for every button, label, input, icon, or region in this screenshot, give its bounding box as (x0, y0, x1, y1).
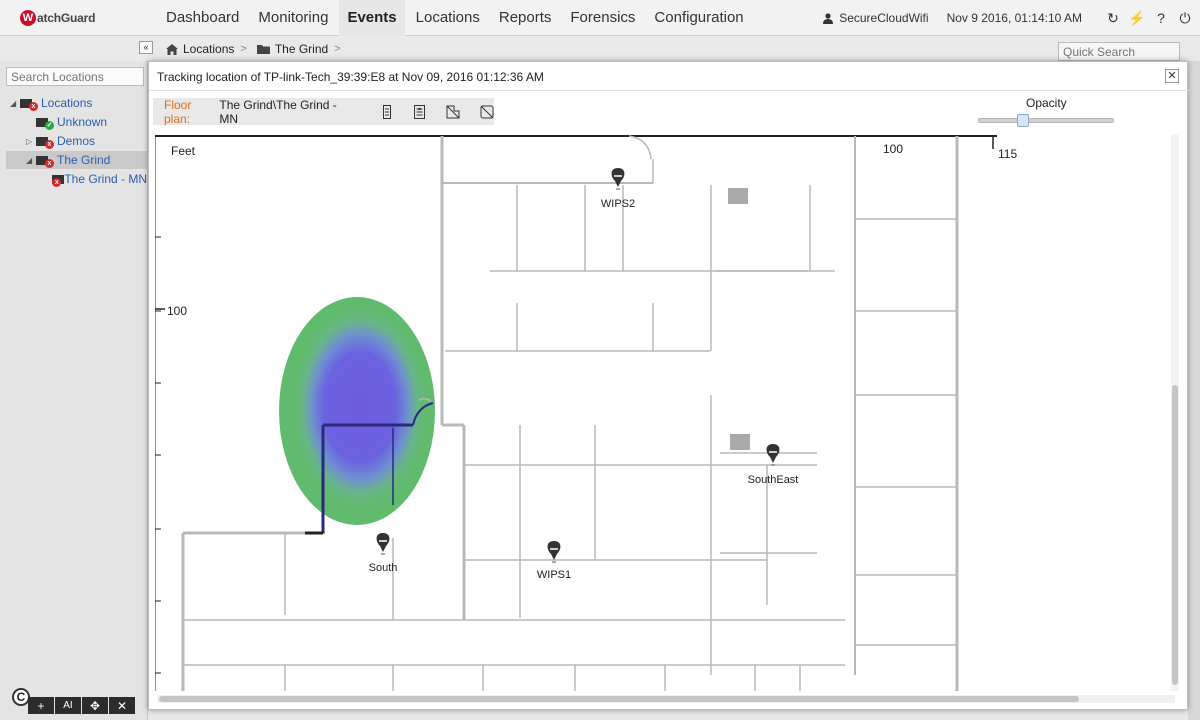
close-icon[interactable]: ✕ (1165, 69, 1179, 83)
breadcrumb-the-grind[interactable]: The Grind (256, 42, 329, 56)
tree-item-demos[interactable]: ▷ x Demos (26, 132, 95, 150)
home-icon (166, 43, 178, 55)
floor-plan-drawing[interactable]: Feet 100 115 100 WIPS2 SouthEast WIPS1 S… (155, 135, 1175, 691)
floor-object (730, 434, 750, 450)
floor-plan-name[interactable]: The Grind\The Grind - MN (219, 98, 348, 126)
floor-list-icon[interactable] (380, 104, 393, 120)
sensor-pin-icon (376, 533, 390, 552)
delete-icon[interactable]: ✕ (109, 697, 135, 714)
sensor-pin-icon (547, 541, 561, 560)
breadcrumb-separator: > (240, 43, 247, 55)
sensor-wips2[interactable]: WIPS2 (601, 168, 635, 210)
current-timestamp: Nov 9 2016, 01:14:10 AM (946, 11, 1082, 25)
collapsed-arrow-icon[interactable]: ▷ (26, 137, 36, 146)
logo-text: atchGuard (37, 11, 96, 25)
floor-plan-canvas[interactable]: Feet 100 115 100 WIPS2 SouthEast WIPS1 S… (155, 135, 1175, 691)
location-heatmap (279, 297, 435, 525)
opacity-slider-handle[interactable] (1016, 114, 1029, 127)
units-label: Feet (171, 144, 196, 158)
tree-item-the-grind-mn[interactable]: x The Grind - MN (52, 170, 147, 188)
tracking-location-dialog: Tracking location of TP-link-Tech_39:39:… (148, 61, 1189, 710)
tree-item-locations[interactable]: ◢ x Locations (10, 94, 92, 112)
sensor-wips1[interactable]: WIPS1 (537, 541, 571, 581)
location-ok-icon: ✓ (36, 116, 54, 130)
nav-reports[interactable]: Reports (491, 0, 560, 36)
floor-plan-label: Floor plan: (164, 97, 192, 126)
watchguard-logo[interactable]: W atchGuard (20, 7, 95, 29)
scrollbar-thumb[interactable] (159, 696, 1079, 702)
expanded-arrow-icon[interactable]: ◢ (10, 99, 20, 108)
tree-item-label: The Grind - MN (64, 172, 147, 186)
breadcrumb-label: Locations (183, 42, 235, 56)
help-icon[interactable]: ? (1154, 10, 1168, 26)
opacity-label: Opacity (1026, 96, 1067, 110)
hide-walls-icon[interactable] (446, 104, 460, 120)
tree-item-label: The Grind (57, 153, 111, 167)
tree-item-the-grind[interactable]: ◢ x The Grind (6, 151, 147, 169)
location-error-icon: x (36, 154, 54, 168)
breadcrumb: Locations > The Grind > (166, 42, 351, 56)
nav-forensics[interactable]: Forensics (562, 0, 643, 36)
sensor-label: SouthEast (748, 474, 799, 486)
tree-item-label: Unknown (57, 115, 108, 129)
breadcrumb-separator: > (334, 43, 341, 55)
sensor-label: WIPS1 (537, 569, 571, 581)
opacity-slider-track[interactable] (978, 118, 1114, 123)
rename-icon[interactable]: AI (55, 697, 81, 714)
location-error-icon: x (36, 135, 54, 149)
plus-icon[interactable]: + (28, 697, 54, 714)
tree-item-label: Locations (41, 96, 93, 110)
floor-plan-horizontal-scrollbar[interactable] (157, 695, 1175, 703)
floor-object (728, 188, 748, 204)
nav-locations[interactable]: Locations (408, 0, 488, 36)
nav-dashboard[interactable]: Dashboard (158, 0, 247, 36)
ruler-label: 115 (998, 147, 1017, 161)
top-right-tools: SecureCloudWifi Nov 9 2016, 01:14:10 AM … (823, 0, 1192, 36)
floor-plan-vertical-scrollbar[interactable] (1171, 135, 1179, 691)
user-name[interactable]: SecureCloudWifi (839, 11, 928, 25)
nav-configuration[interactable]: Configuration (646, 0, 751, 36)
breadcrumb-locations[interactable]: Locations (166, 42, 234, 56)
move-icon[interactable]: ✥ (82, 697, 108, 714)
nav-monitoring[interactable]: Monitoring (250, 0, 336, 36)
refresh-icon[interactable]: ↻ (1106, 10, 1120, 26)
floor-properties-icon[interactable] (413, 104, 426, 120)
sensor-pin-icon (766, 444, 780, 463)
main-nav: Dashboard Monitoring Events Locations Re… (158, 0, 755, 36)
sensor-label: WIPS2 (601, 198, 635, 210)
ruler-label: 100 (883, 142, 903, 156)
breadcrumb-label: The Grind (274, 42, 329, 56)
sensor-label: South (369, 562, 398, 574)
expanded-arrow-icon[interactable]: ◢ (26, 156, 36, 165)
lightning-icon[interactable]: ⚡ (1128, 10, 1145, 26)
tree-item-unknown[interactable]: ✓ Unknown (26, 113, 107, 131)
breadcrumb-bar: « Locations > The Grind > (0, 37, 1200, 61)
sensor-pin-icon (611, 168, 625, 187)
search-locations-input[interactable] (6, 67, 144, 86)
ruler-label: 100 (167, 304, 187, 318)
floor-error-icon: x (52, 173, 64, 187)
opacity-slider[interactable] (978, 114, 1114, 128)
background-panel-edge (1188, 61, 1200, 720)
collapse-sidebar-button[interactable]: « (139, 41, 153, 54)
hide-grid-icon[interactable] (480, 104, 494, 120)
location-error-icon: x (20, 97, 38, 111)
locations-sidebar: ◢ x Locations ✓ Unknown ▷ x Demos ◢ x Th… (0, 61, 148, 720)
folder-icon (256, 45, 270, 54)
logo-mark: W (20, 10, 36, 26)
top-navigation-bar: W atchGuard Dashboard Monitoring Events … (0, 0, 1200, 36)
power-icon[interactable]: ⏻ (1178, 10, 1192, 26)
floor-plan-toolbar: Floor plan: The Grind\The Grind - MN (153, 97, 494, 126)
sidebar-toolbar: + AI ✥ ✕ (28, 697, 136, 715)
dialog-title: Tracking location of TP-link-Tech_39:39:… (157, 70, 544, 84)
dialog-divider (149, 90, 1189, 91)
quick-search-input[interactable] (1058, 42, 1180, 61)
tree-item-label: Demos (57, 134, 96, 148)
nav-events[interactable]: Events (339, 0, 405, 36)
scrollbar-thumb[interactable] (1172, 385, 1178, 685)
user-icon (823, 12, 834, 24)
